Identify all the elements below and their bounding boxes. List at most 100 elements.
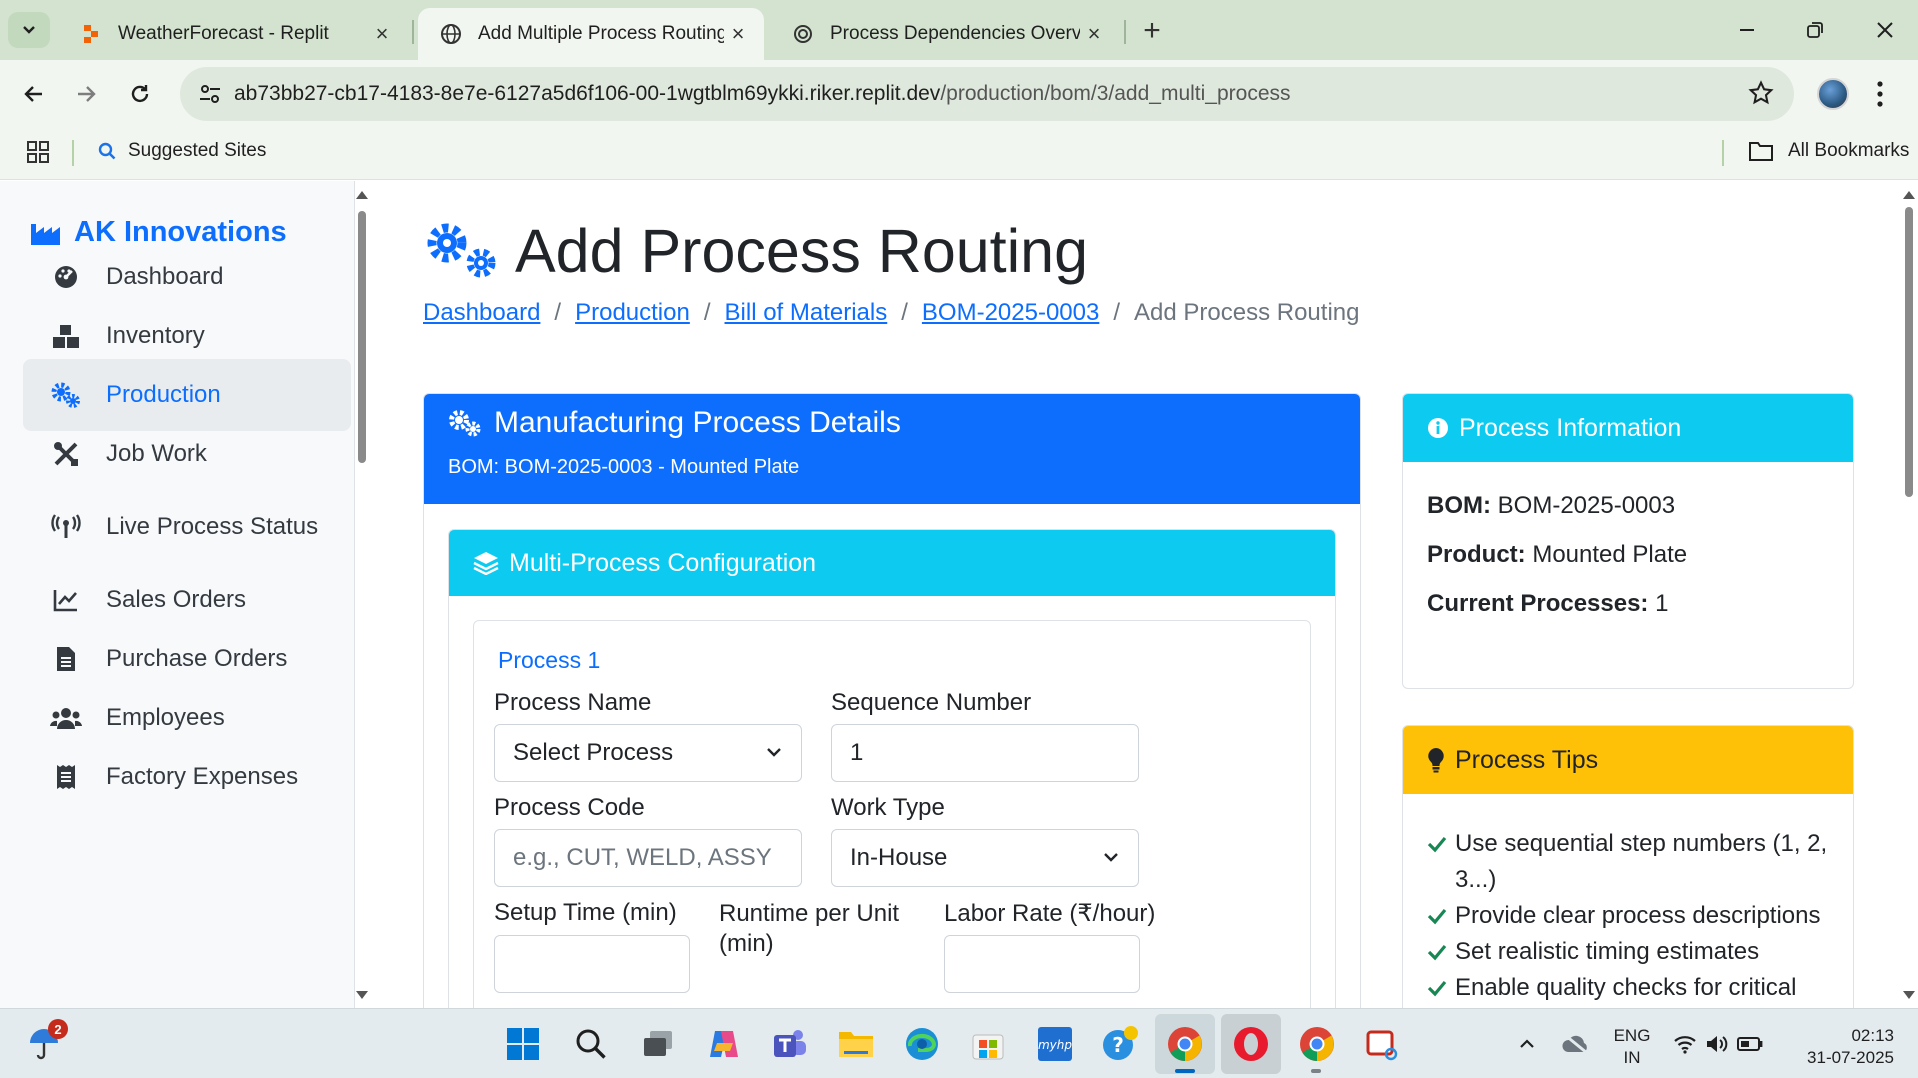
minimize-button[interactable] — [1722, 10, 1772, 50]
wifi-icon — [1674, 1036, 1696, 1054]
chrome-app-active[interactable] — [1165, 1024, 1205, 1064]
breadcrumb-separator: / — [554, 299, 562, 326]
tab-search-button[interactable] — [8, 12, 50, 48]
sidebar-item-live-process-status[interactable]: Live Process Status — [23, 491, 351, 563]
system-clock[interactable]: 02:13 31-07-2025 — [1794, 1025, 1894, 1069]
site-settings-icon[interactable] — [198, 82, 222, 106]
profile-avatar[interactable] — [1817, 78, 1849, 110]
page-title: Add Process Routing — [423, 216, 1088, 286]
tips-list: Use sequential step numbers (1, 2, 3...)… — [1427, 826, 1837, 1006]
reload-button[interactable] — [120, 74, 160, 114]
sidebar-item-job-work[interactable]: Job Work — [23, 418, 351, 490]
task-view-icon — [644, 1031, 672, 1056]
breadcrumb-link-bom[interactable]: BOM-2025-0003 — [922, 299, 1099, 326]
breadcrumb-link-dashboard[interactable]: Dashboard — [423, 299, 540, 326]
process-tips-card: Process Tips Use sequential step numbers… — [1402, 725, 1854, 1008]
windows-icon — [507, 1028, 539, 1060]
process-code-label: Process Code — [494, 794, 645, 821]
address-bar[interactable]: ab73bb27-cb17-4183-8e7e-6127a5d6f106-00-… — [180, 67, 1794, 121]
chrome-icon — [1300, 1027, 1334, 1061]
chrome-app[interactable] — [1297, 1024, 1337, 1064]
edge-app[interactable] — [902, 1024, 942, 1064]
apps-grid-icon[interactable] — [26, 140, 50, 164]
tip-item: Use sequential step numbers (1, 2, 3...) — [1427, 826, 1837, 898]
card-subtitle: BOM: BOM-2025-0003 - Mounted Plate — [448, 456, 800, 478]
running-app-indicator — [1311, 1069, 1321, 1073]
volume-icon — [1707, 1036, 1728, 1052]
breadcrumb-separator: / — [703, 299, 711, 326]
tab-process-dependencies[interactable]: Process Dependencies Overview × — [770, 8, 1120, 60]
copilot-icon — [710, 1031, 738, 1057]
file-explorer-app[interactable] — [836, 1024, 876, 1064]
store-app[interactable] — [968, 1024, 1008, 1064]
multi-process-config-card: Multi-Process Configuration Process 1 Pr… — [448, 529, 1336, 1008]
all-bookmarks-button[interactable]: All Bookmarks — [1748, 140, 1909, 162]
input-language[interactable]: ENG IN — [1612, 1025, 1652, 1069]
setup-time-label: Setup Time (min) — [494, 899, 677, 926]
chevron-down-icon — [1104, 853, 1118, 862]
battery-icon — [1737, 1037, 1763, 1051]
tip-item: Set realistic timing estimates — [1427, 934, 1837, 970]
work-type-label: Work Type — [831, 794, 945, 821]
setup-time-input[interactable] — [494, 935, 690, 993]
folder-icon — [839, 1032, 873, 1057]
onedrive-status[interactable] — [1556, 1024, 1596, 1064]
sequence-number-input[interactable]: 1 — [831, 724, 1139, 782]
teams-app[interactable] — [770, 1024, 810, 1064]
tab-weatherforecast[interactable]: WeatherForecast - Replit × — [58, 8, 408, 60]
start-button[interactable] — [503, 1024, 543, 1064]
process-name-label: Process Name — [494, 689, 652, 716]
menu-kebab-icon[interactable] — [1873, 78, 1887, 110]
myhp-app[interactable]: myhp — [1035, 1024, 1075, 1064]
suggested-sites-bookmark[interactable]: Suggested Sites — [98, 140, 266, 162]
task-view-button[interactable] — [638, 1024, 678, 1064]
card-header: Multi-Process Configuration — [449, 530, 1335, 596]
sidebar-item-factory-expenses[interactable]: Factory Expenses — [23, 741, 351, 813]
tray-overflow-button[interactable] — [1507, 1024, 1547, 1064]
process-name-select[interactable]: Select Process — [494, 724, 802, 782]
info-bom: BOM: BOM-2025-0003 — [1427, 492, 1676, 519]
broadcast-icon — [50, 511, 82, 543]
breadcrumb-separator: / — [901, 299, 908, 326]
scrollbar-thumb[interactable] — [358, 211, 366, 463]
get-help-app[interactable]: ? — [1100, 1024, 1140, 1064]
close-tab-icon[interactable]: × — [724, 20, 752, 48]
tab-separator — [412, 20, 414, 44]
taskbar-search[interactable] — [571, 1024, 611, 1064]
close-window-button[interactable] — [1860, 10, 1910, 50]
bookmarks-divider — [72, 140, 74, 166]
line-chart-icon — [50, 584, 82, 616]
process-code-input[interactable]: e.g., CUT, WELD, ASSY — [494, 829, 802, 887]
page-scrollbar[interactable] — [1900, 181, 1918, 1008]
copilot-app[interactable] — [704, 1024, 744, 1064]
bookmark-star-icon[interactable] — [1748, 80, 1774, 106]
quick-settings-button[interactable] — [1670, 1024, 1766, 1064]
forward-button[interactable] — [66, 74, 106, 114]
scrollbar-thumb[interactable] — [1905, 207, 1913, 497]
close-tab-icon[interactable]: × — [368, 20, 396, 48]
back-button[interactable] — [14, 74, 54, 114]
work-type-select[interactable]: In-House — [831, 829, 1139, 887]
close-tab-icon[interactable]: × — [1080, 20, 1108, 48]
boxes-icon — [50, 320, 82, 352]
svg-text:?: ? — [1112, 1033, 1124, 1057]
new-tab-button[interactable]: + — [1135, 14, 1169, 48]
snipping-tool-app[interactable] — [1362, 1024, 1402, 1064]
snipping-tool-icon — [1366, 1030, 1398, 1061]
labor-rate-input[interactable] — [944, 935, 1140, 993]
runtime-label: Runtime per Unit (min) — [719, 900, 900, 957]
breadcrumb-current: Add Process Routing — [1134, 299, 1360, 326]
svg-text:myhp: myhp — [1038, 1038, 1072, 1052]
opera-app[interactable] — [1231, 1024, 1271, 1064]
users-icon — [50, 702, 82, 734]
breadcrumb-link-bom-list[interactable]: Bill of Materials — [725, 299, 888, 326]
tab-add-process-routing[interactable]: Add Multiple Process Routing - × — [418, 8, 764, 60]
arrow-right-icon — [78, 86, 96, 102]
sidebar-scrollbar[interactable] — [355, 181, 369, 1008]
info-circle-icon — [1428, 418, 1448, 438]
restore-button[interactable] — [1790, 10, 1840, 50]
reload-icon — [131, 85, 149, 103]
breadcrumb-link-production[interactable]: Production — [575, 299, 690, 326]
tools-icon — [50, 438, 82, 470]
cloud-offline-icon — [1562, 1033, 1588, 1055]
